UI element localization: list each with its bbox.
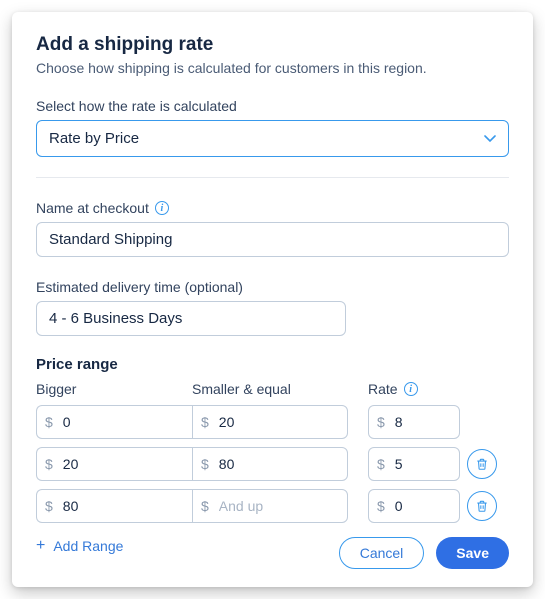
smaller-input[interactable] <box>217 455 339 473</box>
add-range-label: Add Range <box>53 538 123 554</box>
currency-symbol: $ <box>377 456 385 472</box>
bigger-input[interactable] <box>61 497 184 515</box>
dialog-title: Add a shipping rate <box>36 34 509 56</box>
plus-icon: + <box>36 537 45 555</box>
save-button[interactable]: Save <box>436 537 509 569</box>
trash-icon <box>475 457 489 471</box>
info-icon[interactable]: i <box>155 201 169 215</box>
cancel-button[interactable]: Cancel <box>339 537 425 569</box>
bigger-input[interactable] <box>61 413 184 431</box>
col-rate: Rate <box>368 381 398 397</box>
name-label-text: Name at checkout <box>36 200 149 216</box>
divider <box>36 177 509 178</box>
smaller-cell: $ <box>192 489 348 523</box>
range-row: $ $ $ <box>36 405 509 439</box>
currency-symbol: $ <box>201 414 209 430</box>
rate-cell: $ <box>368 447 460 481</box>
info-icon[interactable]: i <box>404 382 418 396</box>
delivery-input[interactable] <box>36 301 346 336</box>
currency-symbol: $ <box>377 498 385 514</box>
currency-symbol: $ <box>377 414 385 430</box>
bigger-input[interactable] <box>61 455 184 473</box>
rate-cell: $ <box>368 405 460 439</box>
bigger-cell: $ <box>36 447 192 481</box>
currency-symbol: $ <box>45 414 53 430</box>
dialog-footer: Cancel Save <box>339 537 509 569</box>
trash-icon <box>475 499 489 513</box>
currency-symbol: $ <box>45 498 53 514</box>
col-smaller: Smaller & equal <box>192 381 348 397</box>
range-rows: $ $ $ $ $ $ $ $ $ <box>36 405 509 523</box>
col-bigger: Bigger <box>36 381 192 397</box>
chevron-down-icon <box>484 135 496 143</box>
rate-calc-label: Select how the rate is calculated <box>36 98 509 114</box>
range-row: $ $ $ <box>36 489 509 523</box>
delete-range-button[interactable] <box>467 449 497 479</box>
range-header: Bigger Smaller & equal Rate i <box>36 381 509 397</box>
smaller-input[interactable] <box>217 497 339 515</box>
smaller-cell: $ <box>192 405 348 439</box>
name-input[interactable] <box>36 222 509 257</box>
price-range-title: Price range <box>36 356 509 373</box>
currency-symbol: $ <box>45 456 53 472</box>
currency-symbol: $ <box>201 498 209 514</box>
delete-range-button[interactable] <box>467 491 497 521</box>
smaller-cell: $ <box>192 447 348 481</box>
bigger-cell: $ <box>36 405 192 439</box>
delivery-label: Estimated delivery time (optional) <box>36 279 509 295</box>
rate-cell: $ <box>368 489 460 523</box>
range-row: $ $ $ <box>36 447 509 481</box>
rate-calc-select[interactable]: Rate by Price <box>36 120 509 157</box>
currency-symbol: $ <box>201 456 209 472</box>
name-label: Name at checkout i <box>36 200 509 216</box>
rate-calc-value: Rate by Price <box>49 130 139 147</box>
shipping-rate-dialog: Add a shipping rate Choose how shipping … <box>12 12 533 587</box>
bigger-cell: $ <box>36 489 192 523</box>
rate-input[interactable] <box>393 497 451 515</box>
dialog-subtitle: Choose how shipping is calculated for cu… <box>36 60 509 76</box>
rate-input[interactable] <box>393 455 451 473</box>
smaller-input[interactable] <box>217 413 339 431</box>
rate-input[interactable] <box>393 413 451 431</box>
